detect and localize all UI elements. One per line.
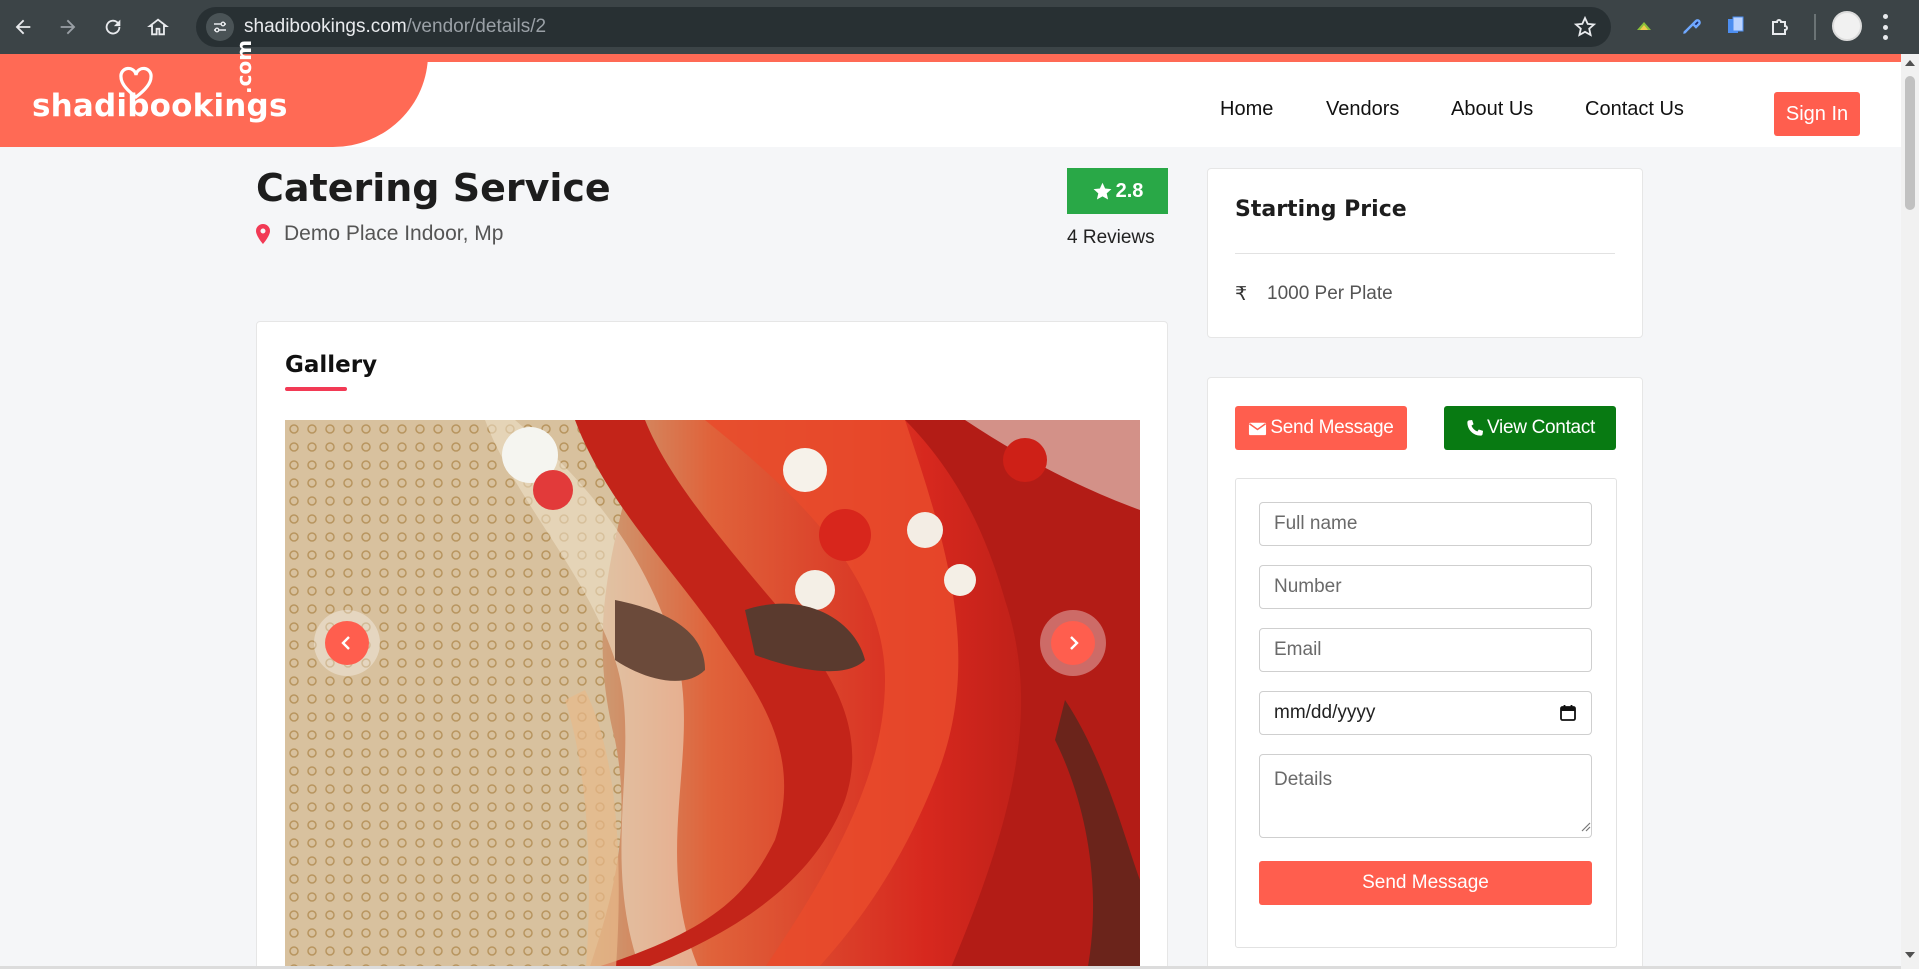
back-icon[interactable] <box>1 5 45 49</box>
scroll-thumb[interactable] <box>1905 76 1915 210</box>
reload-icon[interactable] <box>91 5 135 49</box>
logo-suffix: .com <box>232 39 256 94</box>
details-textarea[interactable] <box>1259 754 1592 838</box>
rating-badge: 2.8 <box>1067 168 1168 214</box>
gallery-image <box>285 420 1140 969</box>
nav-home[interactable]: Home <box>1220 98 1273 121</box>
email-input[interactable] <box>1259 628 1592 672</box>
date-input[interactable]: mm/dd/yyyy <box>1259 691 1592 735</box>
envelope-icon <box>1249 422 1267 435</box>
view-contact-label: View Contact <box>1487 417 1595 438</box>
url-path: /vendor/details/2 <box>406 16 547 37</box>
price-value: 1000 Per Plate <box>1267 283 1393 304</box>
enquiry-form: mm/dd/yyyy Send Message <box>1235 478 1617 948</box>
sign-in-button[interactable]: Sign In <box>1774 92 1860 136</box>
price-heading: Starting Price <box>1235 197 1407 222</box>
submit-send-message-button[interactable]: Send Message <box>1259 861 1592 905</box>
full-name-input[interactable] <box>1259 502 1592 546</box>
nav-vendors[interactable]: Vendors <box>1326 98 1399 121</box>
send-message-button[interactable]: Send Message <box>1235 406 1407 450</box>
phone-icon <box>1467 419 1484 436</box>
chevron-right-icon <box>1070 636 1079 650</box>
toolbar-separator <box>1814 14 1816 40</box>
forward-icon[interactable] <box>46 5 90 49</box>
home-icon[interactable] <box>136 5 180 49</box>
rating-value: 2.8 <box>1115 179 1144 202</box>
eyedropper-icon[interactable] <box>1676 11 1706 41</box>
rupee-icon: ₹ <box>1235 284 1248 305</box>
address-bar[interactable]: shadibookings.com/vendor/details/2 <box>196 7 1611 47</box>
number-input[interactable] <box>1259 565 1592 609</box>
url-host: shadibookings.com <box>244 16 407 37</box>
menu-kebab-icon[interactable] <box>1883 14 1889 40</box>
calendar-icon[interactable] <box>1559 704 1577 722</box>
nav-contact-us[interactable]: Contact Us <box>1585 98 1684 121</box>
heading-underline <box>285 387 347 391</box>
price-row: ₹ 1000 Per Plate <box>1235 283 1393 306</box>
contact-card: Send Message View Contact mm/dd/yyyy Sen… <box>1207 377 1643 969</box>
gallery-heading: Gallery <box>285 352 378 378</box>
star-icon <box>1093 182 1112 200</box>
url-text: shadibookings.com/vendor/details/2 <box>244 16 546 38</box>
price-card: Starting Price ₹ 1000 Per Plate <box>1207 168 1643 338</box>
bookmark-star-icon[interactable] <box>1573 15 1597 39</box>
documents-icon[interactable] <box>1721 11 1751 41</box>
profile-avatar[interactable] <box>1832 11 1862 41</box>
chevron-left-icon <box>341 636 350 650</box>
send-message-label: Send Message <box>1270 417 1394 438</box>
nav-about-us[interactable]: About Us <box>1451 98 1533 121</box>
extensions-puzzle-icon[interactable] <box>1765 11 1795 41</box>
scroll-down-icon[interactable] <box>1905 952 1915 958</box>
carousel-next-button[interactable] <box>1040 610 1106 676</box>
reviews-count[interactable]: 4 Reviews <box>1067 227 1155 249</box>
gallery-card: Gallery <box>256 321 1168 969</box>
page-scrollbar[interactable] <box>1901 54 1919 969</box>
extension-icon[interactable] <box>1629 11 1659 41</box>
carousel-prev-button[interactable] <box>314 610 380 676</box>
map-pin-icon <box>256 224 270 244</box>
scroll-up-icon[interactable] <box>1905 60 1915 66</box>
view-contact-button[interactable]: View Contact <box>1444 406 1616 450</box>
divider <box>1235 253 1615 254</box>
location-text: Demo Place Indoor, Mp <box>284 222 504 245</box>
resize-grip-icon[interactable] <box>1581 822 1591 832</box>
vendor-location: Demo Place Indoor, Mp <box>256 222 503 246</box>
date-placeholder: mm/dd/yyyy <box>1274 702 1376 723</box>
vendor-title: Catering Service <box>256 166 611 210</box>
